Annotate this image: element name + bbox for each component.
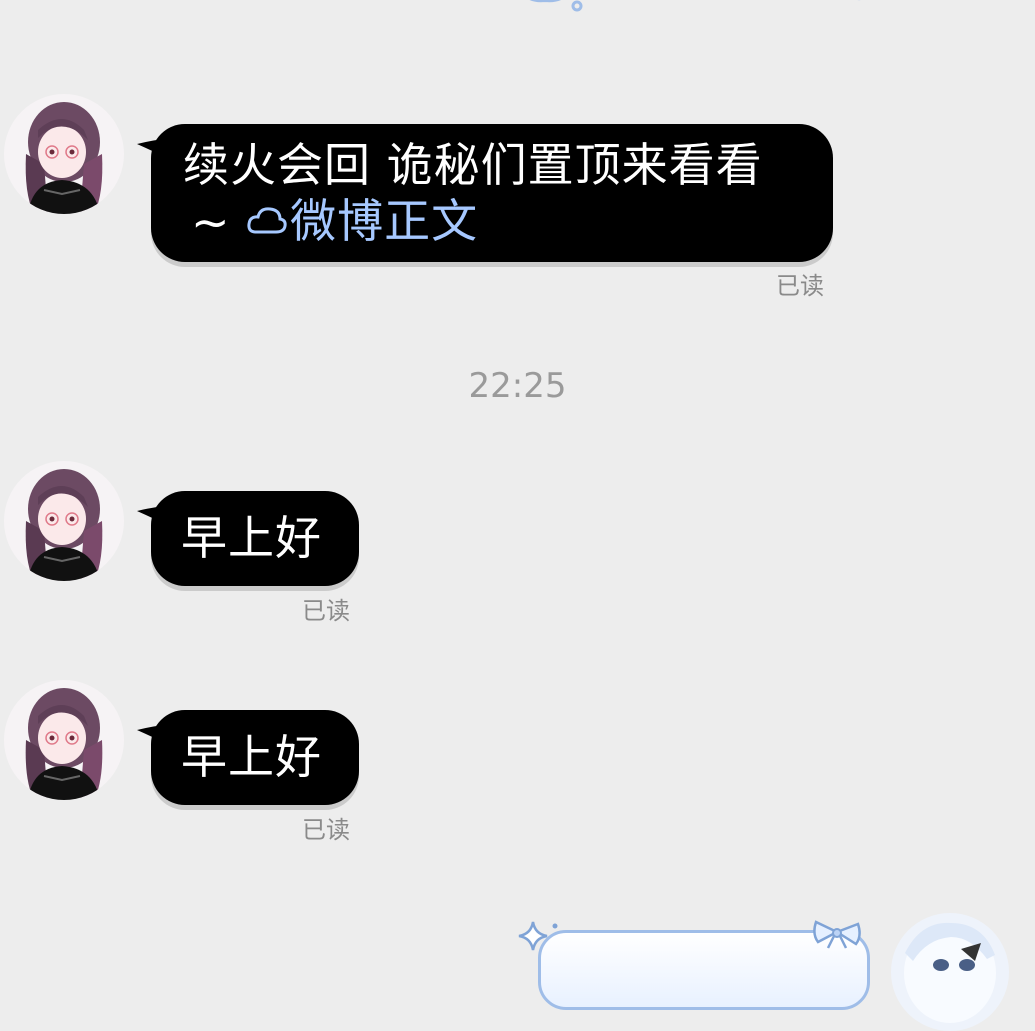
sender-avatar[interactable] (4, 680, 124, 800)
sender-avatar[interactable] (4, 461, 124, 581)
message-text: 早上好 (181, 511, 322, 565)
read-status: 已读 (776, 272, 824, 300)
bow-icon (813, 920, 861, 949)
message-bubble[interactable]: 早上好 (137, 491, 359, 586)
bubble-tail (137, 724, 171, 746)
weibo-link[interactable]: 微博正文 (246, 194, 478, 248)
own-avatar[interactable] (891, 913, 1009, 1031)
weibo-cloud-icon (247, 207, 287, 234)
anime-avatar-icon (4, 680, 124, 800)
bubble-tail (137, 138, 171, 160)
read-status: 已读 (302, 597, 350, 625)
message-bubble[interactable]: 早上好 (137, 710, 359, 805)
top-right-decoration-icon (857, 0, 861, 1)
top-decoration-icon (529, 0, 583, 12)
message-text: 早上好 (181, 730, 322, 784)
anime-avatar-icon (4, 94, 124, 214)
anime-avatar-icon (891, 913, 1009, 1031)
read-status: 已读 (302, 816, 350, 844)
weibo-link-label: 微博正文 (290, 194, 479, 248)
message-text-line2: ~ 微博正文 (191, 194, 478, 249)
tilde-text: ~ (191, 195, 231, 249)
bubble-tail (137, 505, 171, 527)
message-text-line1: 续火会回 诡秘们置顶来看看 (183, 138, 763, 192)
sender-avatar[interactable] (4, 94, 124, 214)
timestamp: 22:25 (468, 366, 567, 406)
message-bubble[interactable]: 续火会回 诡秘们置顶来看看 ~ 微博正文 (137, 124, 833, 262)
anime-avatar-icon (4, 461, 124, 581)
